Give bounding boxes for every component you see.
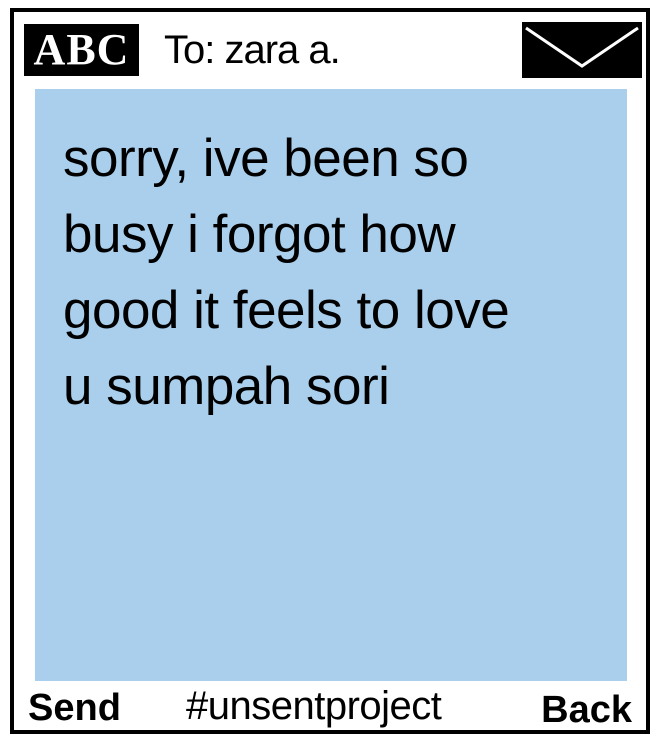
bottom-bar: Send #unsentproject Back — [14, 684, 646, 731]
message-text: sorry, ive been so busy i forgot how goo… — [63, 129, 510, 416]
send-button[interactable]: Send — [28, 686, 121, 730]
message-area[interactable]: sorry, ive been so busy i forgot how goo… — [35, 89, 627, 681]
abc-logo: ABC — [24, 24, 139, 76]
envelope-icon[interactable] — [522, 22, 642, 78]
phone-screen-frame: ABC To: zara a. sorry, ive been so busy … — [10, 8, 650, 734]
hashtag-label: #unsentproject — [186, 684, 442, 728]
back-button[interactable]: Back — [541, 688, 632, 732]
recipient-line: To: zara a. — [164, 28, 341, 72]
